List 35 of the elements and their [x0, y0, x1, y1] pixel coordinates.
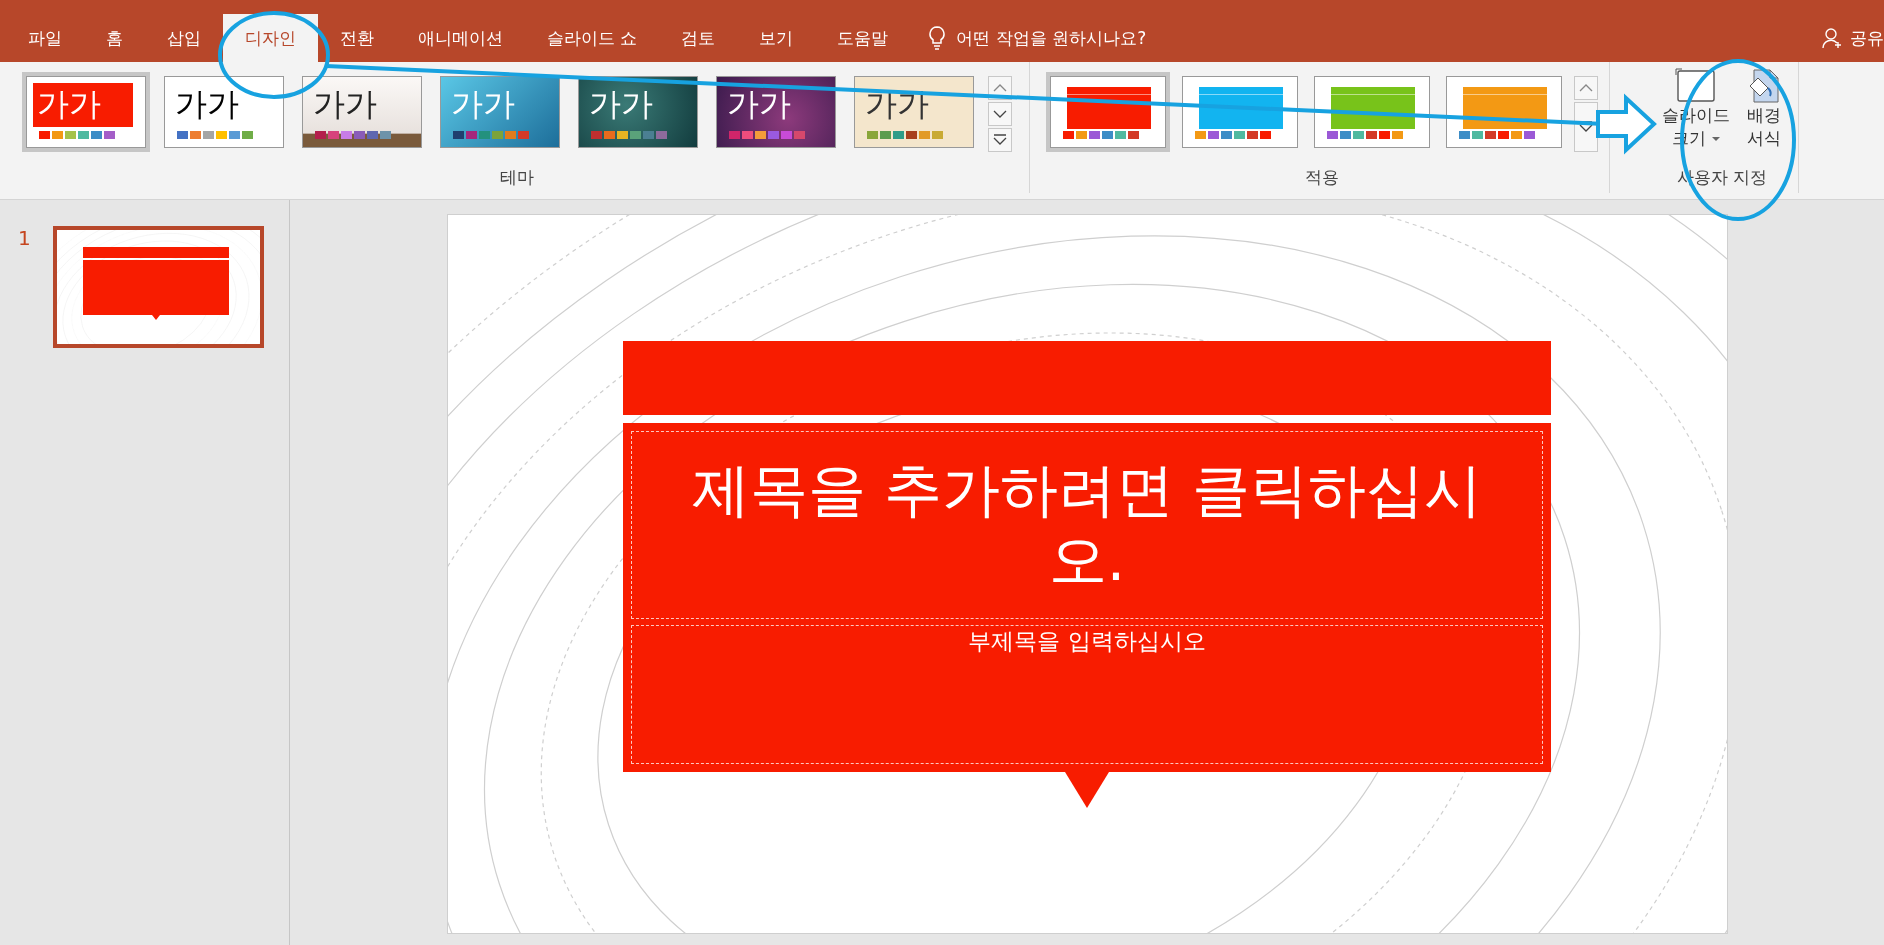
- ribbon-tab[interactable]: 삽입: [145, 14, 223, 62]
- variant-thumbnail[interactable]: [1045, 72, 1170, 152]
- ribbon-tab[interactable]: 도움말: [815, 14, 911, 62]
- group-label: 적용: [1304, 166, 1339, 189]
- more-button[interactable]: [1573, 102, 1598, 152]
- slide-canvas[interactable]: 제목을 추가하려면 클릭하십시오. 부제목을 입력하십시오: [446, 214, 1728, 934]
- chevron-down-icon: [992, 110, 1007, 118]
- person-add-icon[interactable]: [1822, 27, 1844, 49]
- slide-title: 제목을 추가하려면 클릭하십시오.: [690, 455, 1484, 595]
- scroll-down-button[interactable]: [987, 102, 1012, 126]
- ribbon-tab[interactable]: 파일: [6, 14, 84, 62]
- lightbulb-icon[interactable]: [928, 26, 947, 50]
- ribbon-tab[interactable]: 디자인: [223, 14, 318, 62]
- chevron-up-icon: [992, 84, 1007, 92]
- share-button[interactable]: 공유: [1850, 26, 1884, 50]
- ribbon-tab[interactable]: 슬라이드 쇼: [525, 14, 660, 62]
- subtitle-placeholder[interactable]: 부제목을 입력하십시오: [631, 625, 1543, 764]
- ribbon-tab[interactable]: 보기: [737, 14, 816, 62]
- tell-me-field[interactable]: 어떤 작업을 원하시나요?: [956, 26, 1147, 50]
- format-background-button[interactable]: 배경 서식: [1740, 68, 1788, 150]
- ribbon-tab[interactable]: 전환: [318, 14, 396, 62]
- slide-number: 1: [18, 226, 31, 250]
- ribbon-tab[interactable]: 검토: [659, 14, 738, 62]
- mini-pointer-shape: [151, 315, 160, 320]
- title-placeholder[interactable]: 제목을 추가하려면 클릭하십시오.: [631, 431, 1543, 619]
- slide-thumbnail[interactable]: [52, 226, 264, 348]
- group-label: 테마: [499, 166, 534, 189]
- more-icon: [992, 134, 1007, 146]
- pointer-shape: [1065, 772, 1109, 808]
- theme-thumbnail[interactable]: 가가: [21, 72, 150, 152]
- chevron-up-icon: [1578, 84, 1593, 92]
- ribbon-tab[interactable]: 홈: [84, 14, 145, 62]
- slide-subtitle: 부제목을 입력하십시오: [968, 627, 1206, 656]
- ribbon-tab[interactable]: 애니메이션: [396, 14, 525, 62]
- more-button[interactable]: [987, 128, 1012, 152]
